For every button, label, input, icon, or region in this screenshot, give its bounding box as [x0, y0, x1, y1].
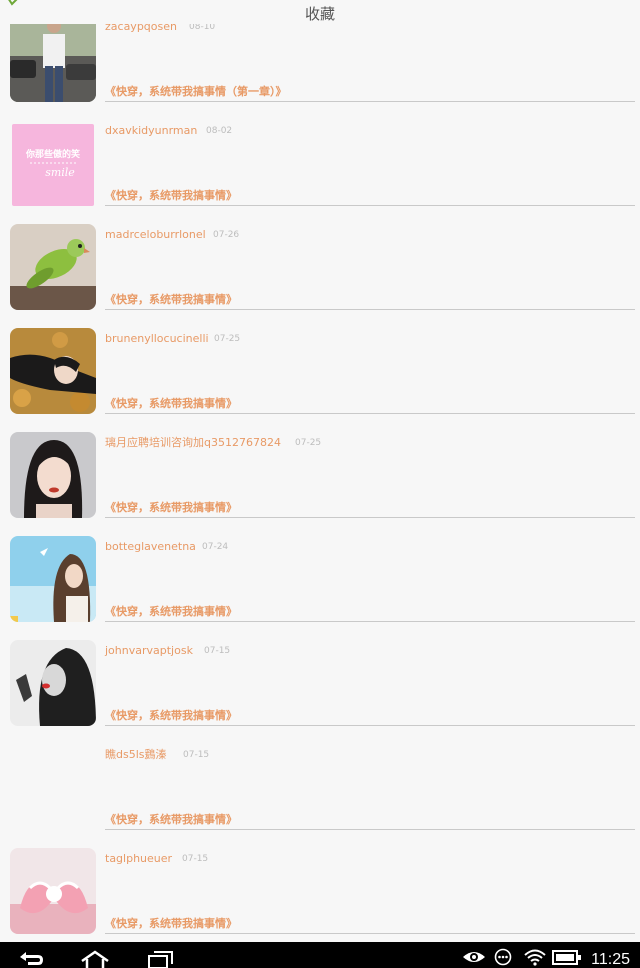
- book-title-link[interactable]: 《快穿，系统带我搞事情》: [105, 501, 237, 515]
- system-navigation-bar: 11:25: [0, 942, 640, 968]
- page-title: 收藏: [304, 5, 335, 23]
- wifi-icon: [524, 949, 546, 966]
- book-title-link[interactable]: 《快穿，系统带我搞事情》: [105, 813, 237, 827]
- recent-apps-icon[interactable]: [145, 949, 175, 968]
- date-label: 08-02: [206, 126, 233, 136]
- avatar-script: smile: [45, 166, 75, 179]
- list-item[interactable]: 你那些傲的笑 smile dxavkidyunrman 08-02 《快穿，系统…: [0, 98, 640, 206]
- book-title-link[interactable]: 《快穿，系统带我搞事情》: [105, 189, 237, 203]
- home-icon[interactable]: [80, 949, 110, 968]
- list-item[interactable]: botteglavenetna 07-24 《快穿，系统带我搞事情》: [0, 514, 640, 622]
- avatar[interactable]: [10, 328, 96, 414]
- battery-icon: [552, 950, 581, 965]
- eye-icon: [463, 952, 485, 962]
- date-label: 07-25: [214, 334, 241, 344]
- book-title-link[interactable]: 《快穿，系统带我搞事情》: [105, 293, 237, 307]
- date-label: 07-15: [182, 854, 209, 864]
- avatar[interactable]: [10, 224, 96, 310]
- list-item[interactable]: taglphueuer 07-15 《快穿，系统带我搞事情》: [0, 826, 640, 934]
- book-title-link[interactable]: 《快穿，系统带我搞事情》: [105, 709, 237, 723]
- date-label: 07-26: [213, 230, 240, 240]
- clock: 11:25: [591, 951, 630, 968]
- book-title-link[interactable]: 《快穿，系统带我搞事情（第一章）》: [105, 85, 287, 99]
- date-label: 07-24: [202, 542, 229, 552]
- username[interactable]: dxavkidyunrman: [105, 124, 197, 138]
- list-item[interactable]: johnvarvaptjosk 07-15 《快穿，系统带我搞事情》: [0, 618, 640, 726]
- book-title-link[interactable]: 《快穿，系统带我搞事情》: [105, 605, 237, 619]
- date-label: 07-15: [204, 646, 231, 656]
- more-icon: [494, 948, 512, 966]
- avatar[interactable]: 你那些傲的笑 smile: [12, 124, 94, 206]
- avatar[interactable]: [10, 536, 96, 622]
- avatar[interactable]: [10, 848, 96, 934]
- avatar[interactable]: [10, 432, 96, 518]
- username[interactable]: madrceloburrlonel: [105, 228, 206, 242]
- username[interactable]: johnvarvaptjosk: [105, 644, 193, 658]
- list-item[interactable]: brunenyllocucinelli 07-25 《快穿，系统带我搞事情》: [0, 306, 640, 414]
- list-item[interactable]: 瞧ds5ls鶢溱 07-15 《快穿，系统带我搞事情》: [0, 722, 640, 830]
- date-label: 07-25: [295, 438, 322, 448]
- date-label: 07-15: [183, 750, 210, 760]
- favorites-screen: zacaypqosen 08-10 《快穿，系统带我搞事情（第一章）》 你那些傲…: [0, 0, 640, 968]
- list-item[interactable]: madrceloburrlonel 07-26 《快穿，系统带我搞事情》: [0, 202, 640, 310]
- username[interactable]: brunenyllocucinelli: [105, 332, 209, 346]
- list-item[interactable]: 璃月应聘培训咨询加q3512767824 07-25 《快穿，系统带我搞事情》: [0, 410, 640, 518]
- username[interactable]: botteglavenetna: [105, 540, 196, 554]
- book-title-link[interactable]: 《快穿，系统带我搞事情》: [105, 397, 237, 411]
- username[interactable]: 璃月应聘培训咨询加q3512767824: [105, 436, 281, 450]
- avatar[interactable]: [10, 640, 96, 726]
- back-icon[interactable]: [16, 949, 46, 968]
- username[interactable]: 瞧ds5ls鶢溱: [105, 748, 167, 762]
- avatar-caption: 你那些傲的笑: [25, 148, 80, 160]
- title-bar: 收藏: [0, 0, 640, 24]
- divider: [105, 933, 635, 934]
- avatar[interactable]: [10, 16, 96, 102]
- book-title-link[interactable]: 《快穿，系统带我搞事情》: [105, 917, 237, 931]
- username[interactable]: taglphueuer: [105, 852, 172, 866]
